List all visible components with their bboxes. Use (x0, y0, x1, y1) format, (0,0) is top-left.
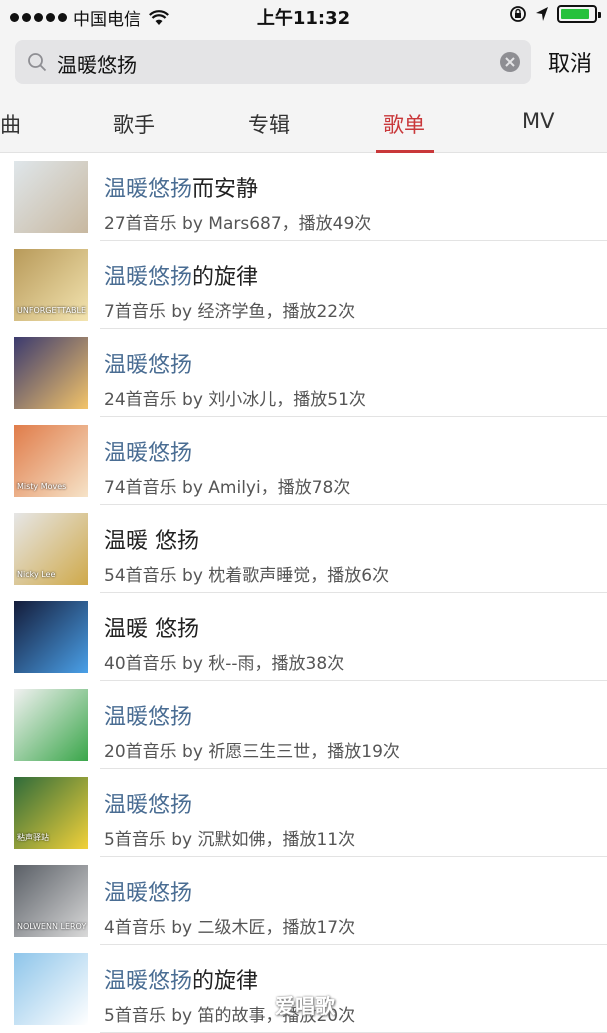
nolwenn-cover: NOLWENN LEROY (14, 865, 88, 937)
playlist-item[interactable]: 温暖悠扬 20首音乐 by 祈愿三生三世，播放19次 (0, 681, 607, 769)
playlist-item[interactable]: NOLWENN LEROY 温暖悠扬 4首音乐 by 二级木匠，播放17次 (0, 857, 607, 945)
search-header: 温暖悠扬 取消 (0, 30, 607, 95)
misty-cover: Misty Moves (14, 425, 88, 497)
beach-girls-cover (14, 161, 88, 233)
location-icon (536, 7, 548, 21)
title-rest: 温暖 悠扬 (104, 617, 199, 642)
tab-mv[interactable]: MV (522, 109, 554, 133)
playlist-title: 温暖悠扬的旋律 (104, 259, 258, 291)
watermark: 爱唱歌 (275, 994, 335, 1018)
playlist-meta: 5首音乐 by 沉默如佛，播放11次 (104, 830, 356, 850)
playlist-title: 温暖悠扬的旋律 (104, 963, 258, 995)
playlist-meta: 4首音乐 by 二级木匠，播放17次 (104, 918, 356, 938)
playlist-results: 温暖悠扬而安静 27首音乐 by Mars687，播放49次 UNFORGETTAB… (0, 153, 607, 1033)
playlist-item[interactable]: UNFORGETTABLE 温暖悠扬的旋律 7首音乐 by 经济学鱼，播放22次 (0, 241, 607, 329)
comic-cover (14, 689, 88, 761)
title-highlight: 温暖悠扬 (104, 969, 193, 994)
tab-albums[interactable]: 专辑 (248, 109, 290, 139)
unforgettable-cover: UNFORGETTABLE (14, 249, 88, 321)
playlist-title: 温暖 悠扬 (104, 611, 199, 643)
concert-cover (14, 601, 88, 673)
battery-icon (557, 5, 601, 23)
title-rest: 温暖 悠扬 (104, 529, 199, 554)
sunset-cover (14, 337, 88, 409)
title-rest: 而安静 (192, 177, 259, 202)
tab-playlists[interactable]: 歌单 (383, 109, 425, 139)
title-highlight: 温暖悠扬 (104, 265, 193, 290)
tab-artists[interactable]: 歌手 (113, 109, 155, 139)
title-rest: 的旋律 (192, 265, 259, 290)
playlist-item[interactable]: 温暖 悠扬 40首音乐 by 秋--雨，播放38次 (0, 593, 607, 681)
playlist-item[interactable]: Misty Moves 温暖悠扬 74首音乐 by Amilyi，播放78次 (0, 417, 607, 505)
playlist-item[interactable]: 粘声驿站 温暖悠扬 5首音乐 by 沉默如佛，播放11次 (0, 769, 607, 857)
status-bar: 中国电信 上午11:32 (0, 0, 607, 30)
playlist-title: 温暖悠扬 (104, 347, 192, 379)
playlist-meta: 24首音乐 by 刘小冰儿，播放51次 (104, 390, 366, 410)
cover-caption: Nicky Lee (17, 570, 56, 579)
clear-icon[interactable] (499, 51, 521, 73)
playlist-title: 温暖悠扬而安静 (104, 171, 258, 203)
cover-caption: 粘声驿站 (17, 833, 49, 842)
title-highlight: 温暖悠扬 (104, 793, 193, 818)
playlist-meta: 27首音乐 by Mars687，播放49次 (104, 214, 372, 234)
playlist-item[interactable]: 温暖悠扬而安静 27首音乐 by Mars687，播放49次 (0, 153, 607, 241)
playlist-meta: 20首音乐 by 祈愿三生三世，播放19次 (104, 742, 400, 762)
playlist-meta: 40首音乐 by 秋--雨，播放38次 (104, 654, 345, 674)
title-highlight: 温暖悠扬 (104, 177, 193, 202)
title-highlight: 温暖悠扬 (104, 705, 193, 730)
playlist-title: 温暖悠扬 (104, 435, 192, 467)
playlist-title: 温暖悠扬 (104, 875, 192, 907)
playlist-title: 温暖悠扬 (104, 787, 192, 819)
playlist-meta: 54首音乐 by 枕着歌声睡觉，播放6次 (104, 566, 390, 586)
orientation-lock-icon (510, 6, 526, 22)
cover-caption: UNFORGETTABLE (17, 306, 87, 315)
cover-caption: NOLWENN LEROY (17, 922, 87, 931)
title-highlight: 温暖悠扬 (104, 441, 193, 466)
cancel-button[interactable]: 取消 (548, 46, 592, 78)
group-cover: 粘声驿站 (14, 777, 88, 849)
category-tabs: 曲 歌手 专辑 歌单 MV (0, 95, 607, 153)
playlist-meta: 7首音乐 by 经济学鱼，播放22次 (104, 302, 356, 322)
status-right (509, 5, 601, 23)
sky-cover (14, 953, 88, 1025)
search-icon (28, 53, 47, 72)
title-highlight: 温暖悠扬 (104, 353, 193, 378)
search-query[interactable]: 温暖悠扬 (57, 49, 137, 78)
search-input[interactable]: 温暖悠扬 (15, 40, 531, 84)
cover-caption: Misty Moves (17, 482, 67, 491)
playlist-title: 温暖悠扬 (104, 699, 192, 731)
playlist-item[interactable]: 温暖悠扬 24首音乐 by 刘小冰儿，播放51次 (0, 329, 607, 417)
battery-level (561, 9, 590, 19)
playlist-item[interactable]: Nicky Lee 温暖 悠扬 54首音乐 by 枕着歌声睡觉，播放6次 (0, 505, 607, 593)
tab-songs[interactable]: 曲 (0, 109, 21, 139)
playlist-meta: 74首音乐 by Amilyi，播放78次 (104, 478, 351, 498)
playlist-title: 温暖 悠扬 (104, 523, 199, 555)
title-highlight: 温暖悠扬 (104, 881, 193, 906)
title-rest: 的旋律 (192, 969, 259, 994)
nicky-lee-cover: Nicky Lee (14, 513, 88, 585)
